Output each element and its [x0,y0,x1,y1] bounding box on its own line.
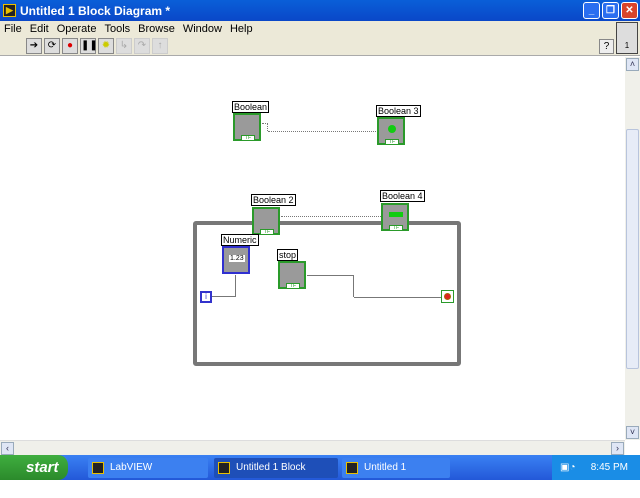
task-label: Untitled 1 Block Diagr... [236,462,306,493]
system-tray: ▣◔ 8:45 PM [552,455,640,480]
tray-icons[interactable]: ▣◔ [560,455,576,480]
toolbar: ➔ ⟳ ● ❚❚ ✹ ↳ ↷ ↑ [0,37,640,56]
wire [268,131,378,132]
vertical-scrollbar[interactable]: ˄ ˅ [625,57,640,440]
boolean3-led-terminal[interactable]: TF [377,117,405,145]
start-button[interactable]: start [0,455,68,480]
abort-button[interactable]: ● [62,38,78,54]
menu-file[interactable]: File [4,23,22,35]
boolean-label: Boolean [232,101,270,113]
boolean2-terminal[interactable]: TF [252,207,280,235]
scroll-up-icon[interactable]: ˄ [626,58,639,71]
labview-icon [346,462,358,474]
window-title: Untitled 1 Block Diagram * [20,3,171,18]
task-label: Untitled 1 [364,462,407,473]
task-block-diagram[interactable]: Untitled 1 Block Diagr... [214,458,338,493]
block-diagram-canvas[interactable]: Boolean TF Boolean 3 TF Boolean 2 TF Boo… [0,57,625,440]
numeric-label: Numeric [221,234,259,246]
menu-browse[interactable]: Browse [138,23,175,35]
run-button[interactable]: ➔ [26,38,42,54]
tf-label: TF [389,225,403,231]
connector-pane-icon[interactable]: 1 [616,22,638,54]
labview-icon: ▶ [3,4,16,17]
loop-condition-terminal[interactable] [441,290,454,303]
menu-help[interactable]: Help [230,23,253,35]
tf-label: TF [385,139,399,145]
minimize-button[interactable]: _ [583,2,600,19]
tf-label: TF [286,283,300,289]
numeric-terminal[interactable]: 1.23 [222,246,250,274]
menu-window[interactable]: Window [183,23,222,35]
task-front-panel[interactable]: Untitled 1 [342,458,450,478]
boolean2-label: Boolean 2 [251,194,296,206]
step-over-icon[interactable]: ↷ [134,38,150,54]
boolean3-label: Boolean 3 [376,105,421,117]
numeric-value: 1.23 [229,255,245,262]
task-labview[interactable]: LabVIEW [88,458,208,478]
led-icon [388,125,396,133]
stop-terminal[interactable]: TF [278,261,306,289]
clock: 8:45 PM [590,462,628,473]
horizontal-scrollbar[interactable]: ‹ › [0,440,625,455]
menu-tools[interactable]: Tools [104,23,130,35]
boolean4-label: Boolean 4 [380,190,425,202]
led-icon [389,212,403,217]
taskbar: start LabVIEW Untitled 1 Block Diagr... … [0,455,640,493]
maximize-button[interactable]: ❐ [602,2,619,19]
tf-label: TF [241,135,255,141]
menu-operate[interactable]: Operate [57,23,97,35]
scroll-thumb[interactable] [626,129,639,369]
close-button[interactable]: ✕ [621,2,638,19]
menu-edit[interactable]: Edit [30,23,49,35]
boolean4-led-terminal[interactable]: TF [381,203,409,231]
wire [281,216,381,217]
scroll-down-icon[interactable]: ˅ [626,426,639,439]
step-into-icon[interactable]: ↳ [116,38,132,54]
scroll-right-icon[interactable]: › [611,442,624,455]
run-continuously-button[interactable]: ⟳ [44,38,60,54]
highlight-execution-icon[interactable]: ✹ [98,38,114,54]
title-bar: ▶ Untitled 1 Block Diagram * _ ❐ ✕ [0,0,640,21]
scroll-left-icon[interactable]: ‹ [1,442,14,455]
menu-bar: File Edit Operate Tools Browse Window He… [0,21,640,37]
step-out-icon[interactable]: ↑ [152,38,168,54]
labview-icon [218,462,230,474]
tf-label: TF [260,229,274,235]
labview-icon [92,462,104,474]
wire [307,275,354,297]
task-label: LabVIEW [110,462,153,473]
wire [354,297,441,298]
help-button[interactable]: ? [599,39,614,54]
iteration-terminal[interactable]: i [200,291,212,303]
wire [262,123,268,131]
pause-button[interactable]: ❚❚ [80,38,98,54]
stop-label: stop [277,249,299,261]
boolean-terminal[interactable]: TF [233,113,261,141]
stop-sign-icon [444,293,451,300]
